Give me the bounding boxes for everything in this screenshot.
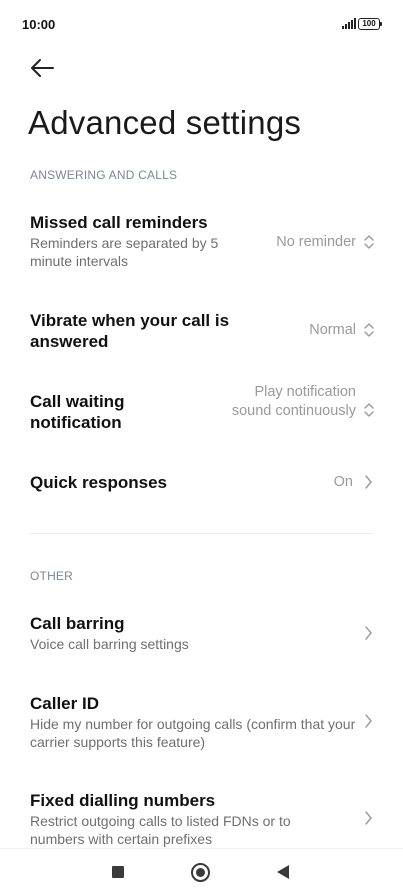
- row-text: Fixed dialling numbers Restrict outgoing…: [30, 790, 340, 848]
- section-divider: [30, 533, 373, 534]
- chevron-right-icon: [365, 475, 372, 489]
- row-subtitle: Restrict outgoing calls to listed FDNs o…: [30, 813, 291, 847]
- row-title: Fixed dialling numbers: [30, 791, 216, 810]
- vibrate-answered-row[interactable]: Vibrate when your call is answered Norma…: [0, 310, 403, 356]
- row-text: Missed call reminders Reminders are sepa…: [30, 212, 235, 270]
- chevron-up-down-icon: [364, 403, 374, 417]
- row-value: Normal: [309, 322, 356, 338]
- battery-tip: [380, 22, 382, 26]
- section-header-answering: ANSWERING AND CALLS: [30, 168, 178, 182]
- triangle-left-icon[interactable]: [277, 865, 289, 879]
- chevron-up-down-icon: [364, 235, 374, 249]
- chevron-right-icon: [365, 626, 372, 640]
- row-subtitle: Hide my number for outgoing calls (confi…: [30, 716, 356, 750]
- square-icon[interactable]: [112, 866, 124, 878]
- screen: 10:00 100 Advanced settings ANSWERING AN…: [0, 0, 403, 896]
- signal-icon: [342, 18, 356, 29]
- quick-responses-row[interactable]: Quick responses On: [0, 472, 403, 494]
- row-title: Call barring: [30, 614, 125, 633]
- status-time: 10:00: [22, 17, 56, 32]
- missed-call-reminders-row[interactable]: Missed call reminders Reminders are sepa…: [0, 212, 403, 278]
- row-text: Quick responses: [30, 472, 250, 493]
- row-title: Quick responses: [30, 473, 168, 492]
- status-bar: 10:00 100: [0, 0, 403, 44]
- row-subtitle: Reminders are separated by 5 minute inte…: [30, 235, 219, 269]
- row-title: Caller ID: [30, 694, 99, 713]
- navigation-bar: [0, 848, 403, 896]
- row-text: Vibrate when your call is answered: [30, 310, 245, 352]
- battery-icon: 100: [358, 18, 382, 30]
- row-value: On: [333, 474, 353, 490]
- caller-id-row[interactable]: Caller ID Hide my number for outgoing ca…: [0, 693, 403, 755]
- page-title: Advanced settings: [28, 104, 302, 141]
- battery-level: 100: [358, 18, 380, 30]
- row-value: Play notification sound continuously: [231, 384, 356, 419]
- call-barring-row[interactable]: Call barring Voice call barring settings: [0, 613, 403, 655]
- arrow-left-icon: [31, 59, 54, 77]
- chevron-up-down-icon: [364, 323, 374, 337]
- chevron-right-icon: [365, 714, 372, 728]
- row-title: Vibrate when your call is answered: [30, 311, 230, 351]
- fixed-dialling-row[interactable]: Fixed dialling numbers Restrict outgoing…: [0, 790, 403, 848]
- row-title: Missed call reminders: [30, 213, 208, 232]
- circle-icon[interactable]: [191, 863, 210, 882]
- back-button[interactable]: [27, 54, 59, 82]
- row-text: Call barring Voice call barring settings: [30, 613, 350, 653]
- row-text: Caller ID Hide my number for outgoing ca…: [30, 693, 360, 751]
- section-header-other: OTHER: [30, 569, 73, 583]
- call-waiting-row[interactable]: Call waiting notification Play notificat…: [0, 383, 403, 441]
- row-value: No reminder: [276, 234, 356, 250]
- row-text: Call waiting notification: [30, 391, 205, 433]
- chevron-right-icon: [365, 811, 372, 825]
- row-title: Call waiting notification: [30, 392, 125, 432]
- row-subtitle: Voice call barring settings: [30, 636, 189, 652]
